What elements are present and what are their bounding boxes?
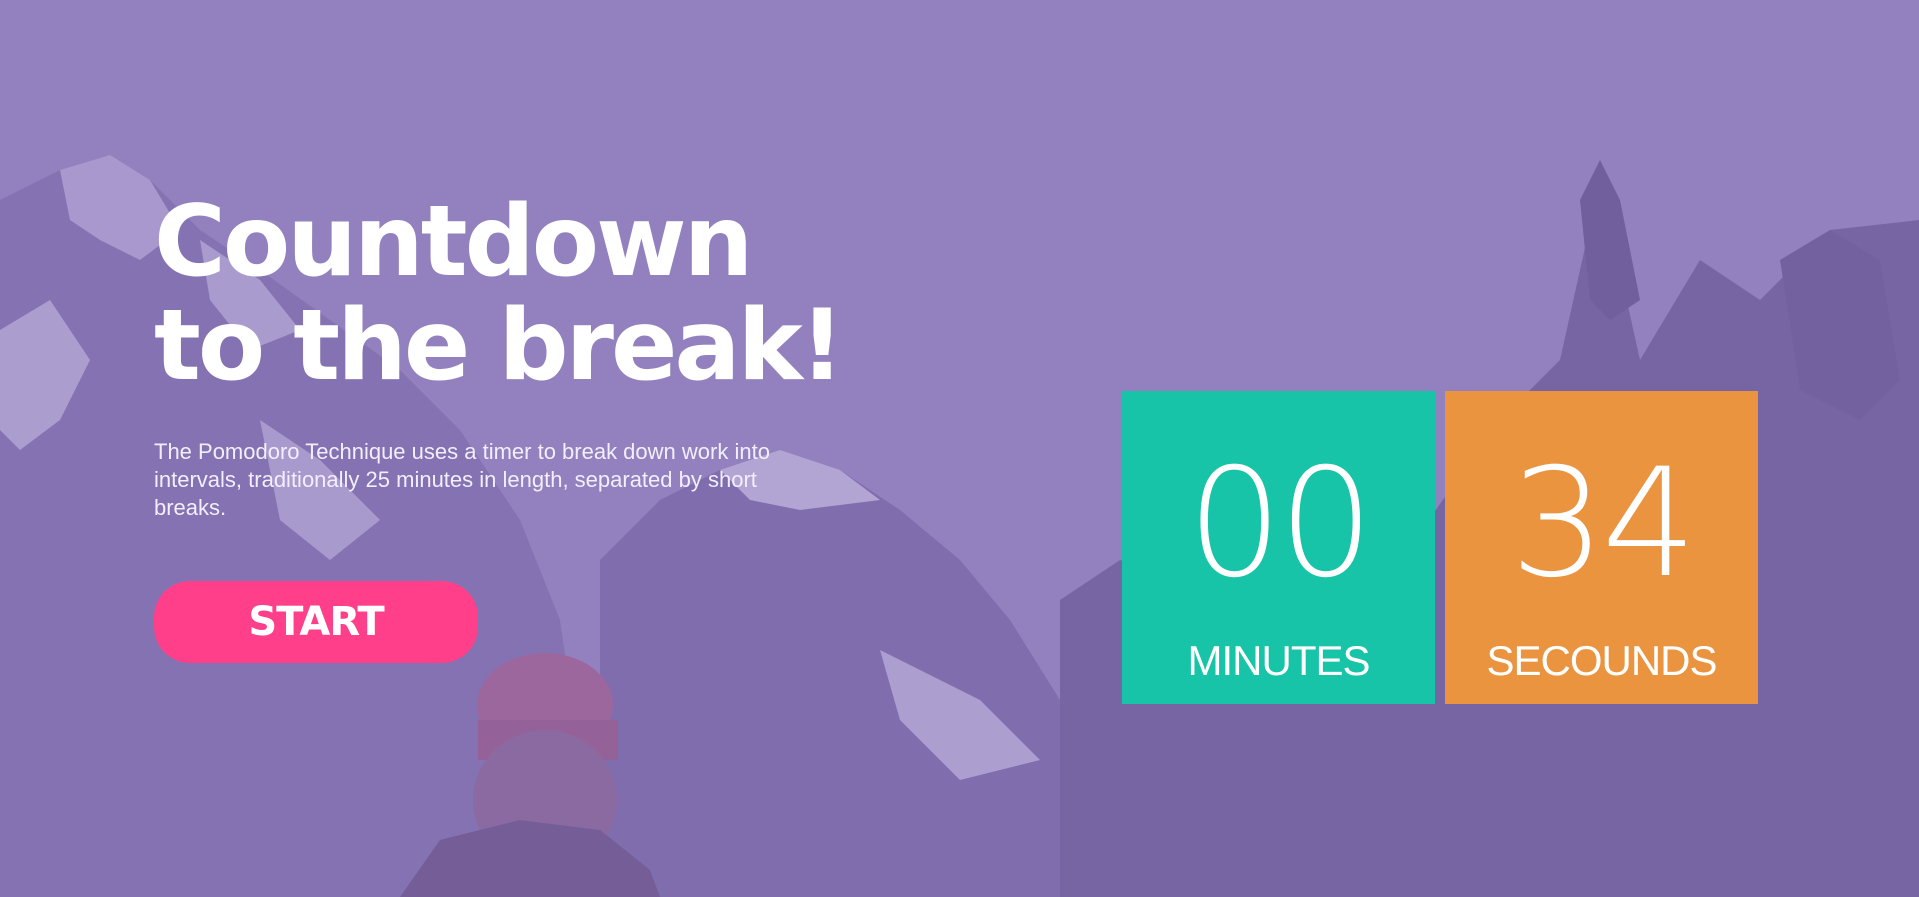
title-line-2: to the break! bbox=[154, 289, 844, 403]
seconds-label: SECOUNDS bbox=[1486, 637, 1717, 684]
hero-section: Countdown to the break! The Pomodoro Tec… bbox=[154, 185, 844, 522]
title-line-1: Countdown bbox=[154, 185, 753, 299]
minutes-label: MINUTES bbox=[1187, 637, 1371, 684]
minutes-tile: 00 MINUTES bbox=[1122, 391, 1435, 704]
minutes-value: 00 bbox=[1187, 437, 1374, 611]
start-button[interactable]: START bbox=[154, 581, 478, 663]
description-text: The Pomodoro Technique uses a timer to b… bbox=[154, 439, 770, 520]
page-title: Countdown to the break! bbox=[154, 185, 844, 403]
countdown-timer: 00 MINUTES 34 SECOUNDS bbox=[1122, 391, 1758, 704]
countdown-page: Countdown to the break! The Pomodoro Tec… bbox=[0, 0, 1919, 897]
seconds-tile: 34 SECOUNDS bbox=[1445, 391, 1758, 704]
seconds-value: 34 bbox=[1510, 437, 1697, 611]
